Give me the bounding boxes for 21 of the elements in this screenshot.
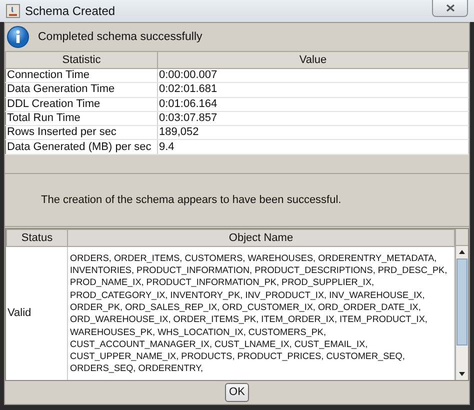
value-cell: 189,052 [158,126,468,140]
statistic-cell: DDL Creation Time [6,97,158,112]
ok-button[interactable]: OK [225,382,249,402]
summary-message: The creation of the schema appears to have been successful. [41,194,342,206]
value-cell: 9.4 [158,140,468,154]
value-cell: 0:01:06.164 [158,97,468,112]
column-header: Object Name [68,229,454,246]
value-cell: 0:03:07.857 [158,111,468,126]
statistic-cell: Rows Inserted per sec [6,126,158,140]
status-cell: Valid [6,246,68,380]
value-cell: 0:02:01.681 [158,82,468,98]
window-title: Schema Created [25,4,116,18]
column-header: Statistic [6,52,158,68]
statistic-cell: Total Run Time [6,111,158,126]
statistic-cell: Data Generation Time [6,82,158,98]
statistic-cell: Connection Time [6,68,158,83]
value-cell: 0:00:00.007 [158,68,468,83]
status-message: Completed schema successfully [38,31,202,43]
statistic-cell: Data Generated (MB) per sec [6,140,158,154]
column-header: Status [6,229,68,246]
column-header: Value [158,52,468,68]
